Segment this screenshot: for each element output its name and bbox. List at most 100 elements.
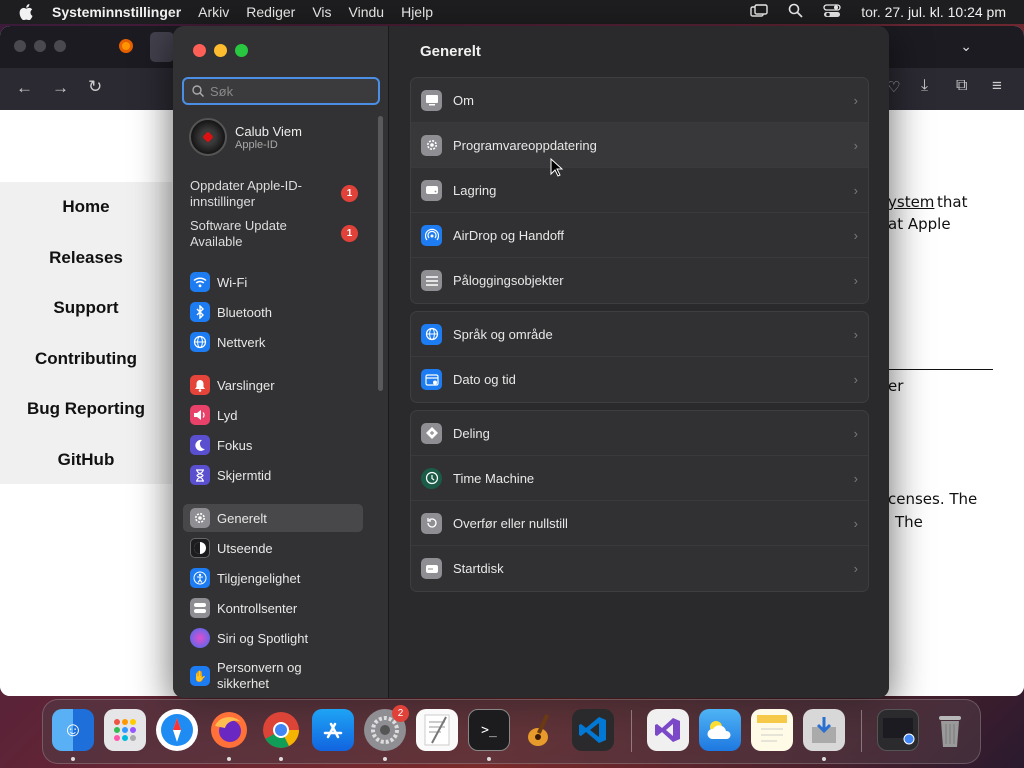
hamburger-menu-icon[interactable]: ≡ xyxy=(992,76,1002,96)
sidebar-item-label: Fokus xyxy=(217,437,253,453)
notification-badge: 1 xyxy=(341,185,358,202)
row-startup-disk[interactable]: Startdisk › xyxy=(411,546,868,591)
web-nav-support[interactable]: Support xyxy=(0,283,172,334)
spotlight-search-icon[interactable] xyxy=(788,3,803,21)
settings-group-system: Om › Programvareoppdatering › Lagring › … xyxy=(410,77,869,304)
sidebar-item-bluetooth[interactable]: Bluetooth xyxy=(183,298,363,326)
web-nav-home[interactable]: Home xyxy=(0,182,172,233)
browser-zoom-button[interactable] xyxy=(54,40,66,52)
apple-menu-icon[interactable] xyxy=(18,4,34,20)
menu-vindu[interactable]: Vindu xyxy=(349,4,385,20)
vscode-icon[interactable] xyxy=(572,709,614,751)
menu-hjelp[interactable]: Hjelp xyxy=(401,4,433,20)
sidebar-item-label: Wi-Fi xyxy=(217,274,248,290)
chevron-right-icon: › xyxy=(853,372,858,387)
firefox-view-icon[interactable] xyxy=(118,38,134,59)
sidebar-item-siri[interactable]: Siri og Spotlight xyxy=(183,624,363,652)
launchpad-icon[interactable] xyxy=(104,709,146,751)
running-indicator xyxy=(279,757,283,761)
back-arrow-icon[interactable]: ← xyxy=(16,78,33,98)
accessibility-icon xyxy=(190,568,210,588)
web-text-fragment: er xyxy=(888,377,904,395)
sidebar-item-sound[interactable]: Lyd xyxy=(183,401,363,429)
appearance-icon xyxy=(190,538,210,558)
row-label: AirDrop og Handoff xyxy=(453,227,565,243)
apple-id-profile[interactable]: Calub Viem Apple-ID xyxy=(189,118,302,156)
sidebar-item-screen-time[interactable]: Skjermtid xyxy=(183,461,363,489)
tab-list-chevron-icon[interactable]: ⌄ xyxy=(960,38,972,55)
sidebar-item-notifications[interactable]: Varslinger xyxy=(183,371,363,399)
web-text-fragment: censes. The xyxy=(888,490,978,508)
web-nav-contributing[interactable]: Contributing xyxy=(0,334,172,385)
installer-icon[interactable] xyxy=(803,709,845,751)
hand-icon: ✋ xyxy=(190,666,210,686)
weather-icon[interactable] xyxy=(699,709,741,751)
row-software-update[interactable]: Programvareoppdatering › xyxy=(411,123,868,168)
app-store-icon[interactable] xyxy=(312,709,354,751)
row-label: Lagring xyxy=(453,182,497,198)
row-storage[interactable]: Lagring › xyxy=(411,168,868,213)
visual-studio-icon[interactable] xyxy=(647,709,689,751)
notes-icon[interactable] xyxy=(751,709,793,751)
sidebar-item-general[interactable]: Generelt xyxy=(183,504,363,532)
sidebar-item-appearance[interactable]: Utseende xyxy=(183,534,363,562)
download-icon[interactable]: ⤓ xyxy=(921,77,928,95)
terminal-icon[interactable]: >_ xyxy=(468,709,510,751)
control-center-icon[interactable] xyxy=(823,3,841,21)
row-time-machine[interactable]: Time Machine › xyxy=(411,456,868,501)
finder-icon[interactable]: ☺ xyxy=(52,709,94,751)
row-transfer-reset[interactable]: Overfør eller nullstill › xyxy=(411,501,868,546)
minimize-button[interactable] xyxy=(214,44,227,57)
chevron-right-icon: › xyxy=(853,228,858,243)
web-nav-github[interactable]: GitHub xyxy=(0,435,172,486)
menu-arkiv[interactable]: Arkiv xyxy=(198,4,229,20)
row-language-region[interactable]: Språk og område › xyxy=(411,312,868,357)
row-login-items[interactable]: Påloggingsobjekter › xyxy=(411,258,868,303)
menu-rediger[interactable]: Rediger xyxy=(246,4,295,20)
web-divider xyxy=(888,369,993,370)
browser-close-button[interactable] xyxy=(14,40,26,52)
row-airdrop-handoff[interactable]: AirDrop og Handoff › xyxy=(411,213,868,258)
web-link-fragment[interactable]: ystem xyxy=(888,193,934,211)
screen-mirroring-icon[interactable] xyxy=(750,3,768,21)
row-date-time[interactable]: Dato og tid › xyxy=(411,357,868,402)
sidebar-item-wifi[interactable]: Wi-Fi xyxy=(183,268,363,296)
menubar-clock[interactable]: tor. 27. jul. kl. 10:24 pm xyxy=(861,4,1006,20)
minimized-window-icon[interactable] xyxy=(877,709,919,751)
sidebar-item-network[interactable]: Nettverk xyxy=(183,328,363,356)
dock-separator xyxy=(861,710,862,752)
browser-minimize-button[interactable] xyxy=(34,40,46,52)
pocket-icon[interactable]: ♡ xyxy=(887,78,900,96)
sidebar-item-label: Nettverk xyxy=(217,334,266,350)
extensions-icon[interactable]: ⧉ xyxy=(956,77,967,95)
trash-icon[interactable] xyxy=(929,709,971,751)
sidebar-item-accessibility[interactable]: Tilgjengelighet xyxy=(183,564,363,592)
sidebar-item-control-center[interactable]: Kontrollsenter xyxy=(183,594,363,622)
siri-icon xyxy=(190,628,210,648)
sidebar-scrollbar[interactable] xyxy=(378,116,383,391)
web-nav-releases[interactable]: Releases xyxy=(0,233,172,284)
sidebar-item-privacy[interactable]: ✋ Personvern og sikkerhet xyxy=(183,658,363,694)
reload-icon[interactable]: ↻ xyxy=(88,77,102,97)
row-about[interactable]: Om › xyxy=(411,78,868,123)
web-nav-bug-reporting[interactable]: Bug Reporting xyxy=(0,384,172,435)
search-input[interactable]: Søk xyxy=(182,77,380,105)
textedit-icon[interactable] xyxy=(416,709,458,751)
zoom-button[interactable] xyxy=(235,44,248,57)
browser-tab[interactable] xyxy=(150,32,174,62)
settings-group-sharing: Deling › Time Machine › Overfør eller nu… xyxy=(410,410,869,592)
notice-software-update[interactable]: Software Update Available xyxy=(190,218,340,250)
menu-app-name[interactable]: Systeminnstillinger xyxy=(52,4,181,20)
calendar-icon xyxy=(421,369,442,390)
chrome-icon[interactable] xyxy=(260,709,302,751)
forward-arrow-icon[interactable]: → xyxy=(52,78,69,98)
row-label: Dato og tid xyxy=(453,372,516,387)
menu-vis[interactable]: Vis xyxy=(312,4,331,20)
row-sharing[interactable]: Deling › xyxy=(411,411,868,456)
sidebar-item-focus[interactable]: Fokus xyxy=(183,431,363,459)
garageband-icon[interactable] xyxy=(520,709,562,751)
firefox-icon[interactable] xyxy=(208,709,250,751)
safari-icon[interactable] xyxy=(156,709,198,751)
notice-apple-id-settings[interactable]: Oppdater Apple-ID-innstillinger xyxy=(190,178,340,210)
close-button[interactable] xyxy=(193,44,206,57)
